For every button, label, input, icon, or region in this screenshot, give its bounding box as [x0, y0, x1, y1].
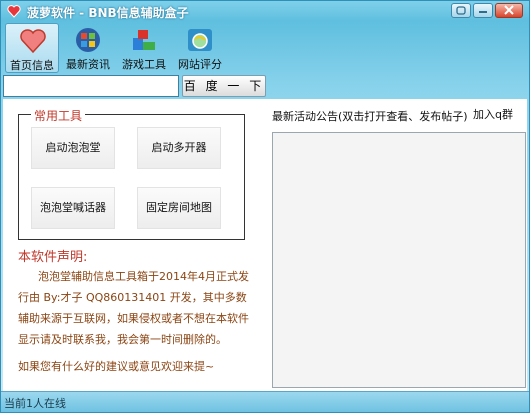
tools-group-title: 常用工具 — [31, 107, 86, 124]
close-button[interactable] — [495, 3, 523, 18]
browser-icon — [188, 29, 212, 51]
declaration-title: 本软件声明: — [18, 250, 88, 265]
blocks-icon — [133, 30, 155, 50]
heart-icon — [20, 29, 46, 54]
close-icon — [504, 5, 514, 15]
declaration-text: 泡泡堂辅助信息工具箱于2014年4月正式发行由 By:才子 QQ86013140… — [18, 266, 250, 377]
online-count: 当前1人在线 — [4, 397, 66, 410]
declaration-paragraph: 泡泡堂辅助信息工具箱于2014年4月正式发行由 By:才子 QQ86013140… — [18, 270, 249, 346]
notice-label: 最新活动公告(双击打开查看、发布帖子) — [272, 110, 468, 123]
minimize-icon — [479, 11, 487, 13]
toolbar-item-label: 游戏工具 — [122, 58, 166, 71]
toolbar-item-latest-news[interactable]: 最新资讯 — [61, 23, 115, 73]
bnb-shouter-button[interactable]: 泡泡堂喊话器 — [31, 187, 115, 229]
skin-button[interactable] — [451, 3, 471, 18]
app-window: 菠萝软件 - BNB信息辅助盒子 首页信息 最新资讯 游戏工具 网站评分 百 度… — [0, 0, 530, 413]
minimize-button[interactable] — [473, 3, 493, 18]
skin-icon — [456, 6, 466, 15]
join-qq-group-link[interactable]: 加入q群 — [473, 106, 513, 122]
windows-logo-icon — [76, 28, 100, 52]
toolbar-item-label: 首页信息 — [10, 59, 54, 72]
launch-multi-opener-button[interactable]: 启动多开器 — [137, 127, 221, 169]
window-title: 菠萝软件 - BNB信息辅助盒子 — [27, 6, 189, 20]
fixed-room-map-button[interactable]: 固定房间地图 — [137, 187, 221, 229]
launch-bnb-button[interactable]: 启动泡泡堂 — [31, 127, 115, 169]
toolbar-item-game-tools[interactable]: 游戏工具 — [117, 23, 171, 73]
toolbar-item-label: 最新资讯 — [66, 58, 110, 71]
baidu-search-button[interactable]: 百 度 一 下 — [182, 75, 266, 97]
status-bar: 当前1人在线 — [1, 391, 529, 412]
toolbar-item-home-info[interactable]: 首页信息 — [5, 23, 59, 73]
content-panel: 常用工具 启动泡泡堂 启动多开器 泡泡堂喊话器 固定房间地图 本软件声明: 泡泡… — [3, 99, 527, 391]
declaration-paragraph: 如果您有什么好的建议或意见欢迎来提~ — [18, 360, 215, 373]
search-input[interactable] — [3, 75, 179, 97]
title-bar: 菠萝软件 - BNB信息辅助盒子 — [1, 1, 529, 23]
toolbar-item-site-rating[interactable]: 网站评分 — [173, 23, 227, 73]
tools-group: 常用工具 启动泡泡堂 启动多开器 泡泡堂喊话器 固定房间地图 — [18, 107, 245, 240]
toolbar-item-label: 网站评分 — [178, 58, 222, 71]
notice-list[interactable] — [272, 132, 526, 388]
heart-icon — [7, 5, 21, 18]
